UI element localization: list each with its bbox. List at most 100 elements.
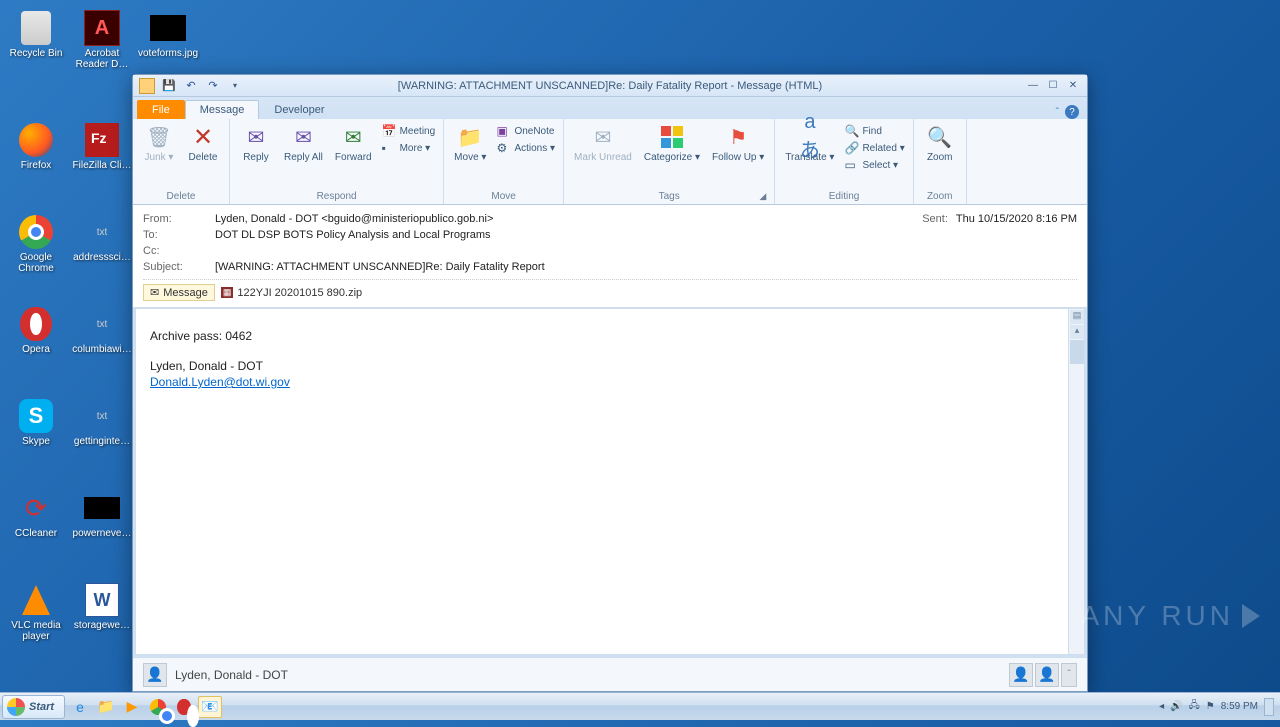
group-delete-label: Delete xyxy=(139,189,223,204)
taskbar-ie[interactable]: e xyxy=(68,696,92,718)
tab-file[interactable]: File xyxy=(137,100,185,119)
from-value: Lyden, Donald - DOT <bguido@ministeriopu… xyxy=(215,213,922,225)
desktop-icon-columbiawi[interactable]: txtcolumbiawi… xyxy=(72,302,132,372)
people-pane-btn-1[interactable]: 👤 xyxy=(1009,663,1033,687)
tab-message[interactable]: Message xyxy=(185,100,260,119)
redo-icon[interactable]: ↷ xyxy=(205,78,221,94)
zoom-button[interactable]: 🔍Zoom xyxy=(920,121,960,165)
desktop-icon-voteforms[interactable]: voteforms.jpg xyxy=(138,6,198,76)
people-pane: 👤 Lyden, Donald - DOT 👤 👤 ˆ xyxy=(133,657,1087,691)
avatar-icon: 👤 xyxy=(143,663,167,687)
subject-label: Subject: xyxy=(143,261,215,273)
group-zoom-label: Zoom xyxy=(920,189,960,204)
scroll-thumb[interactable] xyxy=(1070,340,1084,364)
people-name: Lyden, Donald - DOT xyxy=(175,668,288,682)
help-icon[interactable]: ? xyxy=(1065,105,1079,119)
desktop-icon-recycle-bin[interactable]: Recycle Bin xyxy=(6,6,66,76)
start-button[interactable]: Start xyxy=(2,695,65,719)
desktop-icon-skype[interactable]: SSkype xyxy=(6,394,66,464)
outlook-window: 💾 ↶ ↷ ▾ [WARNING: ATTACHMENT UNSCANNED]R… xyxy=(132,74,1088,692)
maximize-button[interactable]: ☐ xyxy=(1045,79,1061,93)
ribbon-tabs: File Message Developer ˆ ? xyxy=(133,97,1087,119)
group-tags-label: Tags◢ xyxy=(570,189,768,204)
to-value: DOT DL DSP BOTS Policy Analysis and Loca… xyxy=(215,229,1077,241)
taskbar: Start e 📁 ▶ 📧 ◂ 🔊 🖧 ⚑ 8:59 PM xyxy=(0,692,1280,720)
group-respond-label: Respond xyxy=(236,189,437,204)
taskbar-opera[interactable] xyxy=(172,696,196,718)
signature-name: Lyden, Donald - DOT xyxy=(150,359,1070,373)
collapse-ribbon-icon[interactable]: ˆ xyxy=(1056,107,1059,118)
message-body: Archive pass: 0462 Lyden, Donald - DOT D… xyxy=(136,309,1084,409)
to-label: To: xyxy=(143,229,215,241)
related-button[interactable]: 🔗Related ▾ xyxy=(842,140,906,156)
categorize-button[interactable]: Categorize ▾ xyxy=(640,121,704,165)
taskbar-outlook[interactable]: 📧 xyxy=(198,696,222,718)
reply-all-button[interactable]: ✉Reply All xyxy=(280,121,327,165)
message-body-area: Archive pass: 0462 Lyden, Donald - DOT D… xyxy=(135,308,1085,655)
tray-expand-icon[interactable]: ◂ xyxy=(1159,701,1164,712)
windows-logo-icon xyxy=(7,698,25,716)
delete-button[interactable]: ✕Delete xyxy=(183,121,223,165)
subject-value: [WARNING: ATTACHMENT UNSCANNED]Re: Daily… xyxy=(215,261,1077,273)
from-label: From: xyxy=(143,213,215,225)
attachment-chip[interactable]: ▦122YJI 20201015 890.zip xyxy=(221,287,362,299)
scroll-options-icon[interactable]: ▤ xyxy=(1070,310,1084,324)
window-title: [WARNING: ATTACHMENT UNSCANNED]Re: Daily… xyxy=(398,80,822,92)
tray-flag-icon[interactable]: ⚑ xyxy=(1206,701,1215,712)
desktop-icon-gettinginte[interactable]: txtgettinginte… xyxy=(72,394,132,464)
ribbon: 🗑Junk ▾ ✕Delete Delete ✉Reply ✉Reply All… xyxy=(133,119,1087,205)
forward-button[interactable]: ✉Forward xyxy=(331,121,376,165)
undo-icon[interactable]: ↶ xyxy=(183,78,199,94)
message-chip[interactable]: ✉Message xyxy=(143,284,215,301)
desktop-icon-storagewe[interactable]: Wstoragewe… xyxy=(72,578,132,648)
desktop-icon-opera[interactable]: Opera xyxy=(6,302,66,372)
outlook-icon xyxy=(139,78,155,94)
minimize-button[interactable]: — xyxy=(1025,79,1041,93)
desktop-icon-chrome[interactable]: Google Chrome xyxy=(6,210,66,280)
tab-developer[interactable]: Developer xyxy=(259,100,339,119)
desktop-icon-ccleaner[interactable]: ⟳CCleaner xyxy=(6,486,66,556)
reply-button[interactable]: ✉Reply xyxy=(236,121,276,165)
actions-button[interactable]: ⚙Actions ▾ xyxy=(494,140,557,156)
scroll-up-icon[interactable]: ▴ xyxy=(1070,325,1084,339)
qat-dropdown-icon[interactable]: ▾ xyxy=(227,78,243,94)
group-move-label: Move xyxy=(450,189,557,204)
select-button[interactable]: ▭Select ▾ xyxy=(842,157,906,173)
desktop-icon-addresssci[interactable]: txtaddresssci… xyxy=(72,210,132,280)
mark-unread-button[interactable]: ✉Mark Unread xyxy=(570,121,636,165)
find-button[interactable]: 🔍Find xyxy=(842,123,906,139)
taskbar-wmp[interactable]: ▶ xyxy=(120,696,144,718)
desktop-icon-filezilla[interactable]: FileZilla Cli… xyxy=(72,118,132,188)
onenote-button[interactable]: ▣OneNote xyxy=(494,123,557,139)
desktop-icon-powerneve[interactable]: powerneve… xyxy=(72,486,132,556)
quick-access-toolbar: 💾 ↶ ↷ ▾ [WARNING: ATTACHMENT UNSCANNED]R… xyxy=(133,75,1087,97)
followup-button[interactable]: ⚑Follow Up ▾ xyxy=(708,121,768,165)
tray-network-icon[interactable]: 🖧 xyxy=(1189,698,1200,715)
tray-clock[interactable]: 8:59 PM xyxy=(1221,701,1258,712)
watermark: ANY RUN xyxy=(1080,600,1260,632)
taskbar-explorer[interactable]: 📁 xyxy=(94,696,118,718)
more-button[interactable]: ▪More ▾ xyxy=(380,140,438,156)
junk-button[interactable]: 🗑Junk ▾ xyxy=(139,121,179,165)
desktop-icon-acrobat[interactable]: AAcrobat Reader D… xyxy=(72,6,132,76)
save-icon[interactable]: 💾 xyxy=(161,78,177,94)
cc-value xyxy=(215,245,1077,257)
people-pane-btn-2[interactable]: 👤 xyxy=(1035,663,1059,687)
tray-show-desktop[interactable] xyxy=(1264,698,1274,716)
archive-icon: ▦ xyxy=(221,287,234,298)
tray-volume-icon[interactable]: 🔊 xyxy=(1170,701,1182,712)
desktop-icon-firefox[interactable]: Firefox xyxy=(6,118,66,188)
taskbar-chrome[interactable] xyxy=(146,696,170,718)
play-icon xyxy=(1242,604,1260,628)
desktop-icon-vlc[interactable]: VLC media player xyxy=(6,578,66,648)
message-headers: From: Lyden, Donald - DOT <bguido@minist… xyxy=(133,205,1087,308)
move-button[interactable]: 📁Move ▾ xyxy=(450,121,490,165)
desktop: Recycle Bin AAcrobat Reader D… voteforms… xyxy=(0,0,1280,692)
meeting-button[interactable]: 📅Meeting xyxy=(380,123,438,139)
translate-button[interactable]: aあTranslate ▾ xyxy=(781,121,838,165)
people-pane-expand-icon[interactable]: ˆ xyxy=(1061,663,1077,687)
close-button[interactable]: ✕ xyxy=(1065,79,1081,93)
signature-email-link[interactable]: Donald.Lyden@dot.wi.gov xyxy=(150,375,290,389)
group-editing-label: Editing xyxy=(781,189,906,204)
sent-label: Sent: xyxy=(922,213,948,225)
